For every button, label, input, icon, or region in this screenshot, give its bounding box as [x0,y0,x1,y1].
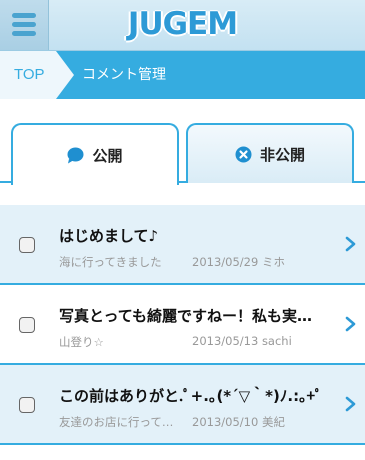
comment-title: 写真とっても綺麗ですねー！私も実… [59,307,313,325]
comment-row[interactable]: はじめまして♪ 海に行ってきました 2013/05/29 ミホ [0,205,365,285]
app-header: JUGEM [0,0,365,51]
comment-date-author: 2013/05/10 美紀 [192,415,285,429]
app-logo[interactable]: JUGEM [0,6,365,42]
x-circle-icon [235,146,252,162]
chevron-right-icon[interactable] [343,234,359,254]
breadcrumb: TOP コメント管理 [0,51,365,99]
comment-date-author: 2013/05/13 sachi [192,334,292,348]
select-checkbox[interactable] [19,397,35,413]
comment-title: この前はありがと.ﾟ+.｡(*´▽｀*)ﾉ.:｡+ﾟ [59,387,323,405]
select-checkbox[interactable] [19,237,35,253]
page-title: コメント管理 [82,67,166,83]
tab-bar: 公開 非公開 [0,99,365,207]
comment-title: はじめまして♪ [59,227,159,245]
comment-date-author: 2013/05/29 ミホ [192,255,285,269]
select-checkbox[interactable] [19,317,35,333]
speech-bubble-icon [67,147,84,163]
breadcrumb-top-link[interactable]: TOP [0,51,56,99]
chevron-right-icon[interactable] [343,314,359,334]
tab-public-label: 公開 [92,146,123,165]
tab-private-label: 非公開 [259,145,305,164]
comment-row[interactable]: この前はありがと.ﾟ+.｡(*´▽｀*)ﾉ.:｡+ﾟ 友達のお店に行って… 20… [0,365,365,445]
comment-entry-title: 友達のお店に行って… [59,415,174,429]
tab-private[interactable]: 非公開 [186,123,354,183]
comment-entry-title: 海に行ってきました [59,255,162,269]
comment-entry-title: 山登り☆ [59,335,104,349]
breadcrumb-arrow [56,51,74,99]
comment-list: はじめまして♪ 海に行ってきました 2013/05/29 ミホ 写真とっても綺麗… [0,205,365,445]
tab-public[interactable]: 公開 [11,123,179,185]
chevron-right-icon[interactable] [343,394,359,414]
comment-row[interactable]: 写真とっても綺麗ですねー！私も実… 山登り☆ 2013/05/13 sachi [0,285,365,365]
